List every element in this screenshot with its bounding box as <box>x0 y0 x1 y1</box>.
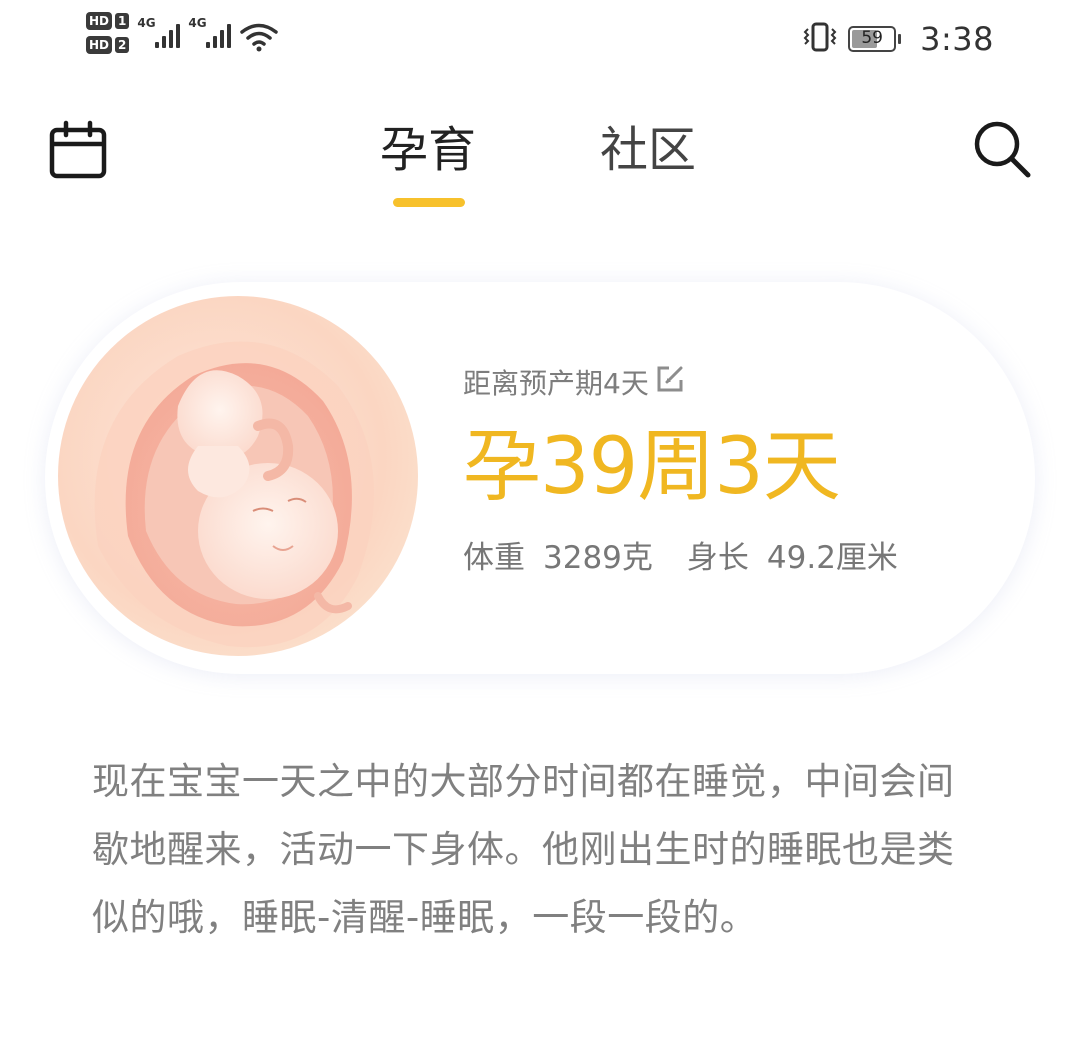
signal-icon: 4G <box>137 12 181 52</box>
signal-icon: 4G <box>188 12 232 52</box>
pregnancy-progress-card[interactable]: 距离预产期4天 孕39周3天 体重 3289克 身长 49.2厘米 <box>45 282 1035 674</box>
card-info: 距离预产期4天 孕39周3天 体重 3289克 身长 49.2厘米 <box>463 362 898 577</box>
calendar-button[interactable] <box>43 116 113 186</box>
edit-icon[interactable] <box>655 364 685 401</box>
sim1-indicator: HD 1 <box>86 12 130 30</box>
network-type: 4G <box>137 16 156 30</box>
top-nav: 孕育 社区 <box>0 90 1080 220</box>
due-date-text: 距离预产期4天 <box>463 367 649 400</box>
battery-level-text: 59 <box>861 28 883 48</box>
search-button[interactable] <box>967 114 1037 184</box>
app-screen: HD 1 HD 2 4G 4G 59 3:38 孕育 社区 距离预产期4天 孕3… <box>0 0 1080 1049</box>
vibrate-icon <box>802 22 838 56</box>
status-bar: HD 1 HD 2 4G 4G 59 3:38 <box>0 0 1080 80</box>
weight-label: 体重 <box>463 540 525 576</box>
calendar-icon <box>49 120 107 179</box>
sim-number: 2 <box>115 37 130 53</box>
development-description: 现在宝宝一天之中的大部分时间都在睡觉，中间会间歇地醒来，活动一下身体。他刚出生时… <box>92 760 955 939</box>
tab-community[interactable]: 社区 <box>600 110 696 180</box>
battery-icon: 59 <box>848 26 902 52</box>
clock: 3:38 <box>920 20 994 58</box>
hd-badge: HD <box>86 12 113 30</box>
network-type: 4G <box>188 16 207 30</box>
sim-indicators: HD 1 HD 2 <box>86 12 130 54</box>
sim2-indicator: HD 2 <box>86 36 130 54</box>
baby-stats: 体重 3289克 身长 49.2厘米 <box>463 532 898 577</box>
status-right: 59 3:38 <box>802 20 994 58</box>
length-value: 49.2厘米 <box>766 540 898 576</box>
tab-pregnancy[interactable]: 孕育 <box>380 110 476 180</box>
pregnancy-week: 孕39周3天 <box>463 422 841 512</box>
wifi-icon <box>239 22 279 56</box>
fetus-illustration <box>58 296 418 656</box>
length-label: 身长 <box>686 540 749 576</box>
weight-value: 3289克 <box>543 540 653 576</box>
hd-badge: HD <box>86 36 113 54</box>
due-date-row[interactable]: 距离预产期4天 <box>463 362 898 402</box>
sim-number: 1 <box>115 13 130 29</box>
search-icon <box>974 121 1031 178</box>
status-left: HD 1 HD 2 4G 4G <box>86 12 279 56</box>
active-tab-indicator <box>393 198 465 207</box>
